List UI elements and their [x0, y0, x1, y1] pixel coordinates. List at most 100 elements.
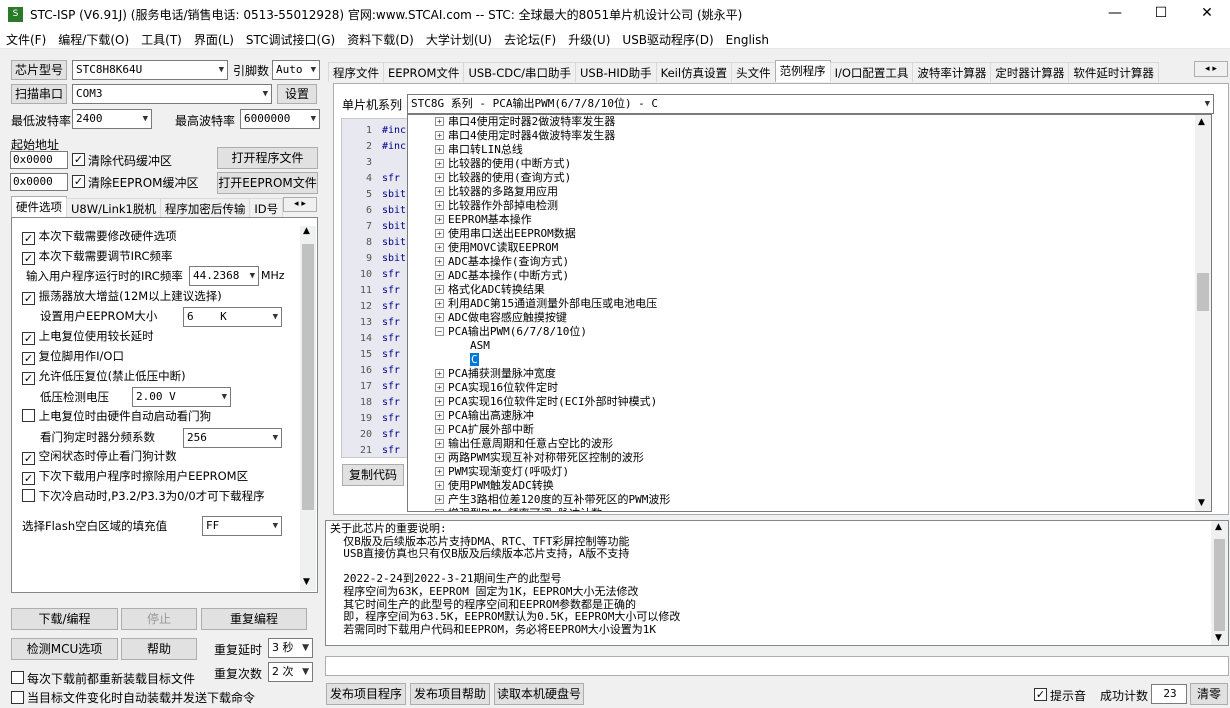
menu-file[interactable]: 文件(F)	[0, 28, 52, 50]
tree-item[interactable]: + 比较器作外部掉电检测	[435, 199, 558, 213]
stop-button[interactable]: 停止	[121, 608, 197, 630]
menu-upgrade[interactable]: 升级(U)	[562, 28, 616, 50]
autosend-checkbox[interactable]	[11, 691, 24, 704]
expand-icon[interactable]: +	[435, 257, 444, 266]
tree-scroll-thumb[interactable]	[1197, 273, 1209, 311]
tab-keil-settings[interactable]: Keil仿真设置	[655, 62, 733, 82]
tab-io-config[interactable]: I/O口配置工具	[829, 62, 914, 82]
expand-icon[interactable]: +	[435, 215, 444, 224]
repeat-delay-select[interactable]: 3 秒 ▼	[268, 638, 313, 658]
expand-icon[interactable]: +	[435, 159, 444, 168]
copy-code-button[interactable]: 复制代码	[342, 464, 404, 486]
tree-item[interactable]: + 利用ADC第15通道测量外部电压或电池电压	[435, 297, 657, 311]
menu-forum[interactable]: 去论坛(F)	[498, 28, 562, 50]
expand-icon[interactable]: +	[435, 271, 444, 280]
menu-downloads[interactable]: 资料下载(D)	[341, 28, 420, 50]
expand-icon[interactable]: +	[435, 383, 444, 392]
tree-item[interactable]: + PWM实现渐变灯(呼吸灯)	[435, 465, 569, 479]
max-baud-select[interactable]: 6000000 ▼	[240, 109, 320, 129]
tree-item[interactable]: + 使用MOVC读取EEPROM	[435, 241, 558, 255]
chip-model-select[interactable]: STC8H8K64U ▼	[72, 60, 228, 80]
tab-serial-assistant[interactable]: USB-CDC/串口助手	[463, 62, 576, 82]
expand-icon[interactable]: +	[435, 299, 444, 308]
code-address-input[interactable]: 0x0000	[10, 151, 68, 169]
expand-icon[interactable]: +	[435, 173, 444, 182]
expand-icon[interactable]: +	[435, 229, 444, 238]
detect-mcu-button[interactable]: 检测MCU选项	[11, 638, 118, 660]
chip-model-label[interactable]: 芯片型号	[11, 60, 67, 80]
pins-select[interactable]: Auto ▼	[272, 60, 320, 80]
options-scroll-thumb[interactable]	[302, 244, 314, 510]
repeat-count-select[interactable]: 2 次 ▼	[268, 662, 313, 682]
menu-usb-driver[interactable]: USB驱动程序(D)	[616, 28, 719, 50]
tree-item[interactable]: + 产生3路相位差120度的互补带死区的PWM波形	[435, 493, 670, 507]
tree-item[interactable]: + ADC基本操作(中断方式)	[435, 269, 569, 283]
tab-timer-calc[interactable]: 定时器计算器	[990, 62, 1070, 82]
tree-item[interactable]: − PCA输出PWM(6/7/8/10位)	[435, 325, 587, 339]
reprogram-button[interactable]: 重复编程	[201, 608, 307, 630]
tree-item[interactable]: + ADC基本操作(查询方式)	[435, 255, 569, 269]
tree-item[interactable]: + 输出任意周期和任意占空比的波形	[435, 437, 613, 451]
read-disk-button[interactable]: 读取本机硬盘号	[494, 683, 584, 705]
expand-icon[interactable]: +	[435, 453, 444, 462]
expand-icon[interactable]: +	[435, 369, 444, 378]
tree-item[interactable]: + PCA实现16位软件定时	[435, 381, 558, 395]
tree-item[interactable]: + PCA输出高速脉冲	[435, 409, 534, 423]
tree-item[interactable]: + 两路PWM实现互补对称带死区控制的波形	[435, 451, 644, 465]
close-button[interactable]: ✕	[1184, 0, 1230, 28]
expand-icon[interactable]: +	[435, 411, 444, 420]
tab-scroll-arrows[interactable]: ◂ ▸	[283, 197, 317, 212]
expand-icon[interactable]: +	[435, 509, 444, 511]
expand-icon[interactable]: +	[435, 397, 444, 406]
wdt-select[interactable]: 256 ▼	[183, 428, 282, 448]
scan-port-button[interactable]: 扫描串口	[11, 84, 67, 104]
tree-item[interactable]: + 串口4使用定时器4做波特率发生器	[435, 129, 615, 143]
menu-university[interactable]: 大学计划(U)	[420, 28, 498, 50]
tree-item[interactable]: + PCA扩展外部中断	[435, 423, 534, 437]
tab-eeprom-file[interactable]: EEPROM文件	[383, 62, 465, 82]
clear-eeprom-checkbox[interactable]: ✓	[72, 175, 85, 188]
opt9-checkbox[interactable]: ✓	[22, 472, 35, 485]
tab-offline[interactable]: U8W/Link1脱机	[66, 198, 161, 218]
eeprom-size-select[interactable]: 6 K ▼	[183, 307, 282, 327]
tab-baud-calc[interactable]: 波特率计算器	[912, 62, 992, 82]
minimize-button[interactable]: —	[1092, 0, 1138, 28]
menu-interface[interactable]: 界面(L)	[188, 28, 240, 50]
tree-item[interactable]: + PCA实现16位软件定时(ECI外部时钟模式)	[435, 395, 657, 409]
expand-icon[interactable]: +	[435, 439, 444, 448]
opt1-checkbox[interactable]: ✓	[22, 232, 35, 245]
tab-header-file[interactable]: 头文件	[731, 62, 776, 82]
tree-item[interactable]: + 使用串口送出EEPROM数据	[435, 227, 576, 241]
tree-item[interactable]: ASM	[470, 339, 490, 353]
tab-examples[interactable]: 范例程序	[774, 60, 831, 82]
tree-scrollbar[interactable]: ▲ ▼	[1195, 115, 1211, 511]
lvd-select[interactable]: 2.00 V ▼	[132, 387, 231, 407]
right-tab-scroll-arrows[interactable]: ◂ ▸	[1194, 61, 1228, 77]
tree-item[interactable]: + 串口4使用定时器2做波特率发生器	[435, 115, 615, 129]
tree-item[interactable]: + 格式化ADC转换结果	[435, 283, 545, 297]
help-button[interactable]: 帮助	[121, 638, 197, 660]
tree-item[interactable]: + 比较器的多路复用应用	[435, 185, 558, 199]
menu-program[interactable]: 编程/下载(O)	[52, 28, 135, 50]
publish-help-button[interactable]: 发布项目帮助	[410, 683, 490, 705]
clear-code-checkbox[interactable]: ✓	[72, 153, 85, 166]
code-editor[interactable]: 1 #inc 2 #inc 3 4 sfr 5 sbit 6 sbit 7 sbit 8 sbit 9 sbit…	[341, 118, 411, 458]
beep-checkbox[interactable]: ✓	[1034, 688, 1047, 701]
tab-hardware-options[interactable]: 硬件选项	[11, 196, 67, 218]
tree-item[interactable]: C	[470, 353, 479, 367]
open-eeprom-file-button[interactable]: 打开EEPROM文件	[217, 172, 318, 194]
open-program-file-button[interactable]: 打开程序文件	[217, 147, 318, 169]
clear-count-button[interactable]: 清零	[1190, 683, 1228, 705]
tab-delay-calc[interactable]: 软件延时计算器	[1068, 62, 1159, 82]
expand-icon[interactable]: +	[435, 243, 444, 252]
menu-english[interactable]: English	[720, 30, 775, 49]
reload-checkbox[interactable]	[11, 671, 24, 684]
expand-icon[interactable]: +	[435, 187, 444, 196]
min-baud-select[interactable]: 2400 ▼	[72, 109, 152, 129]
menu-tools[interactable]: 工具(T)	[135, 28, 188, 50]
expand-icon[interactable]: +	[435, 467, 444, 476]
tree-item[interactable]: + 比较器的使用(中断方式)	[435, 157, 571, 171]
irc-frequency-select[interactable]: 44.2368 ▼	[189, 266, 259, 286]
settings-button[interactable]: 设置	[277, 84, 317, 104]
opt8-checkbox[interactable]: ✓	[22, 452, 35, 465]
